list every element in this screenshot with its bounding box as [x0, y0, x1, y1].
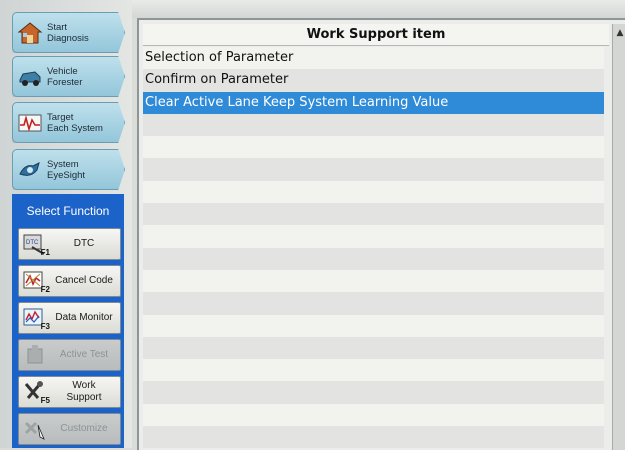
sidebar: Start Diagnosis Vehicle Forester Target … — [0, 0, 132, 448]
function-panel: Select Function DTC F1 DTC F2 Cancel Cod… — [12, 194, 124, 448]
customize-icon — [22, 417, 48, 441]
eyesight-icon — [19, 161, 40, 176]
scrollbar[interactable]: ▲ — [612, 24, 625, 450]
function-key: F1 — [40, 248, 50, 257]
nav-label: Start Diagnosis — [47, 21, 89, 44]
empty-list-row — [143, 269, 604, 293]
window-top-bar — [132, 0, 625, 18]
function-label: Active Test — [59, 349, 109, 360]
vehicle-button[interactable]: Vehicle Forester — [12, 56, 125, 97]
car-icon — [19, 70, 41, 86]
work-support-list: Selection of Parameter Confirm on Paramet… — [143, 47, 604, 449]
scroll-up-icon[interactable]: ▲ — [614, 26, 625, 40]
function-key: F5 — [40, 396, 50, 405]
nav-label: Target Each System — [47, 111, 103, 134]
data-monitor-icon: F3 — [22, 306, 50, 331]
empty-list-row — [143, 158, 604, 181]
empty-list-row — [143, 292, 604, 315]
function-label: Cancel Code — [55, 275, 113, 286]
nav-label: Vehicle Forester — [47, 65, 83, 88]
empty-list-row — [143, 314, 604, 337]
empty-list-row — [143, 225, 604, 248]
function-label: DTC — [73, 238, 95, 249]
list-header: Work Support item — [143, 24, 609, 46]
house-icon — [17, 21, 43, 43]
work-support-button[interactable]: F5 Work Support — [18, 376, 121, 408]
cancel-code-icon: F2 — [22, 269, 50, 294]
empty-list-row — [143, 180, 604, 204]
empty-list-row — [143, 113, 604, 137]
list-item[interactable]: Clear Active Lane Keep System Learning V… — [143, 91, 604, 114]
data-monitor-button[interactable]: F3 Data Monitor — [18, 302, 121, 334]
customize-button[interactable]: Customize — [18, 413, 121, 445]
active-test-button[interactable]: Active Test — [18, 339, 121, 371]
target-each-system-button[interactable]: Target Each System — [12, 102, 125, 143]
function-panel-title: Select Function — [26, 204, 110, 218]
function-key: F3 — [40, 322, 50, 331]
nav-label: System EyeSight — [47, 158, 86, 181]
list-item[interactable]: Selection of Parameter — [143, 47, 604, 70]
function-label: Work Support — [66, 380, 102, 403]
work-support-panel: Work Support item ▲ Selection of Paramet… — [137, 18, 625, 450]
active-test-icon — [22, 343, 48, 367]
empty-list-row — [143, 359, 604, 382]
list-item[interactable]: Confirm on Parameter — [143, 69, 604, 92]
dtc-icon: DTC F1 — [22, 232, 50, 257]
wave-icon — [18, 114, 42, 132]
empty-list-row — [143, 426, 604, 449]
empty-list-row — [143, 336, 604, 360]
function-key: F2 — [40, 285, 50, 294]
svg-text:DTC: DTC — [26, 240, 39, 246]
empty-list-row — [143, 403, 604, 427]
cancel-code-button[interactable]: F2 Cancel Code — [18, 265, 121, 297]
empty-list-row — [143, 381, 604, 404]
empty-list-row — [143, 247, 604, 270]
work-support-icon: F5 — [22, 380, 50, 405]
function-label: Data Monitor — [55, 312, 113, 323]
start-diagnosis-button[interactable]: Start Diagnosis — [12, 12, 125, 53]
function-label: Customize — [60, 423, 108, 434]
empty-list-row — [143, 203, 604, 226]
empty-list-row — [143, 136, 604, 159]
dtc-button[interactable]: DTC F1 DTC — [18, 228, 121, 260]
system-eyesight-button[interactable]: System EyeSight — [12, 149, 125, 190]
